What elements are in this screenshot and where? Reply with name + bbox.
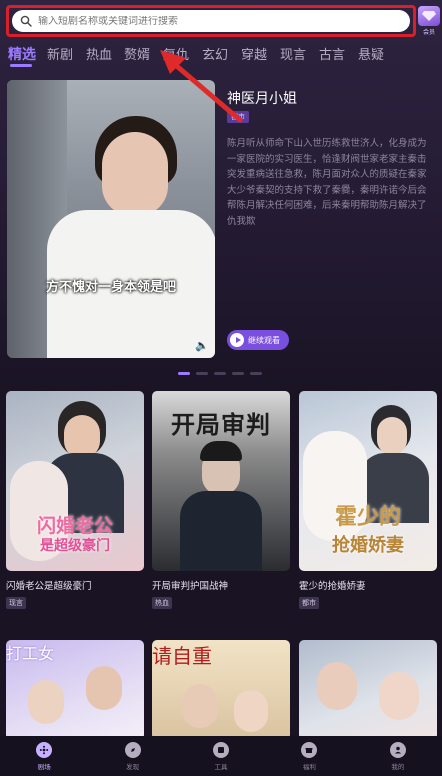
- drama-tag: 热血: [152, 597, 172, 609]
- featured-video[interactable]: 方不愧对一身本领是吧 🔈: [7, 80, 215, 358]
- film-reel-icon: [36, 742, 53, 758]
- diamond-icon: [418, 6, 440, 26]
- nav-profile[interactable]: 我的: [354, 736, 442, 776]
- search-icon: [20, 15, 32, 27]
- vip-label: 会员: [422, 30, 435, 36]
- drama-card[interactable]: 霍少的 抢婚娇妻 霍少的抢婚娇妻 都市: [299, 391, 437, 610]
- carousel-indicator: [178, 372, 262, 375]
- tab-ancient-romance[interactable]: 古言: [319, 44, 345, 63]
- drama-title[interactable]: 闪婚老公是超级豪门: [6, 578, 144, 592]
- poster-title-art: 打工女: [6, 646, 55, 663]
- drama-poster[interactable]: 闪婚老公 是超级豪门: [6, 391, 144, 571]
- poster-title-art: 闪婚老公: [36, 516, 113, 537]
- nav-tools[interactable]: 工具: [177, 736, 265, 776]
- drama-poster[interactable]: 打工女: [6, 640, 144, 740]
- nav-theater[interactable]: 剧场: [0, 736, 88, 776]
- poster-subtitle-art: 抢婚娇妻: [332, 535, 404, 555]
- drama-poster[interactable]: 开局审判: [152, 391, 290, 571]
- search-bar[interactable]: [12, 10, 410, 32]
- tab-new[interactable]: 新剧: [47, 44, 73, 63]
- drama-tag: 都市: [299, 597, 319, 609]
- video-subtitle: 方不愧对一身本领是吧: [45, 279, 176, 294]
- poster-subtitle-art: 是超级豪门: [40, 537, 110, 553]
- continue-watching-label: 继续观看: [248, 335, 280, 345]
- drama-card[interactable]: 开局审判 开局审判护国战神 热血: [152, 391, 290, 610]
- play-icon: [230, 333, 244, 347]
- user-icon: [389, 742, 406, 758]
- nav-label: 剧场: [37, 764, 51, 771]
- poster-title-art: 请自重: [152, 646, 212, 668]
- featured-title[interactable]: 神医月小姐: [227, 88, 297, 108]
- tab-action[interactable]: 热血: [86, 44, 112, 63]
- nav-benefits[interactable]: 福利: [265, 736, 353, 776]
- drama-poster[interactable]: 霍少的 抢婚娇妻: [299, 391, 437, 571]
- gift-icon: [301, 742, 318, 758]
- tab-son-in-law[interactable]: 赘婿: [124, 44, 150, 63]
- nav-label: 工具: [214, 764, 228, 771]
- drama-poster[interactable]: [299, 640, 437, 740]
- compass-icon: [124, 742, 141, 758]
- drama-card[interactable]: 闪婚老公 是超级豪门 闪婚老公是超级豪门 现言: [6, 391, 144, 610]
- speaker-icon[interactable]: 🔈: [195, 339, 209, 352]
- poster-title-art: 霍少的: [334, 504, 401, 529]
- tools-icon: [213, 742, 230, 758]
- drama-tag: 现言: [6, 597, 26, 609]
- tab-fantasy[interactable]: 玄幻: [202, 44, 228, 63]
- nav-label: 发现: [126, 764, 140, 771]
- bottom-navigation: 剧场 发现 工具 福利 我的: [0, 736, 442, 776]
- nav-label: 我的: [391, 764, 405, 771]
- active-tab-indicator: [10, 64, 32, 67]
- tab-featured[interactable]: 精选: [8, 44, 36, 64]
- drama-poster[interactable]: 请自重: [152, 640, 290, 740]
- vip-button[interactable]: 会员: [418, 6, 440, 36]
- tab-revenge[interactable]: 复仇: [163, 44, 189, 63]
- featured-description: 陈月听从师命下山入世历练救世济人，化身成为一家医院的实习医生，恰逢财阀世家老家主…: [227, 138, 427, 227]
- drama-title[interactable]: 开局审判护国战神: [152, 578, 290, 592]
- nav-label: 福利: [302, 764, 316, 771]
- search-input[interactable]: [38, 15, 378, 27]
- category-tabs: 精选 新剧 热血 赘婿 复仇 玄幻 穿越 现言 古言 悬疑: [0, 44, 442, 67]
- tab-modern-romance[interactable]: 现言: [280, 44, 306, 63]
- tab-time-travel[interactable]: 穿越: [241, 44, 267, 63]
- poster-title-art: 开局审判: [171, 412, 271, 439]
- genre-badge: 都市: [227, 111, 249, 123]
- search-highlight-box: [6, 5, 416, 37]
- drama-title[interactable]: 霍少的抢婚娇妻: [299, 578, 437, 592]
- tab-mystery[interactable]: 悬疑: [358, 44, 384, 63]
- nav-discover[interactable]: 发现: [88, 736, 176, 776]
- continue-watching-button[interactable]: 继续观看: [227, 330, 289, 350]
